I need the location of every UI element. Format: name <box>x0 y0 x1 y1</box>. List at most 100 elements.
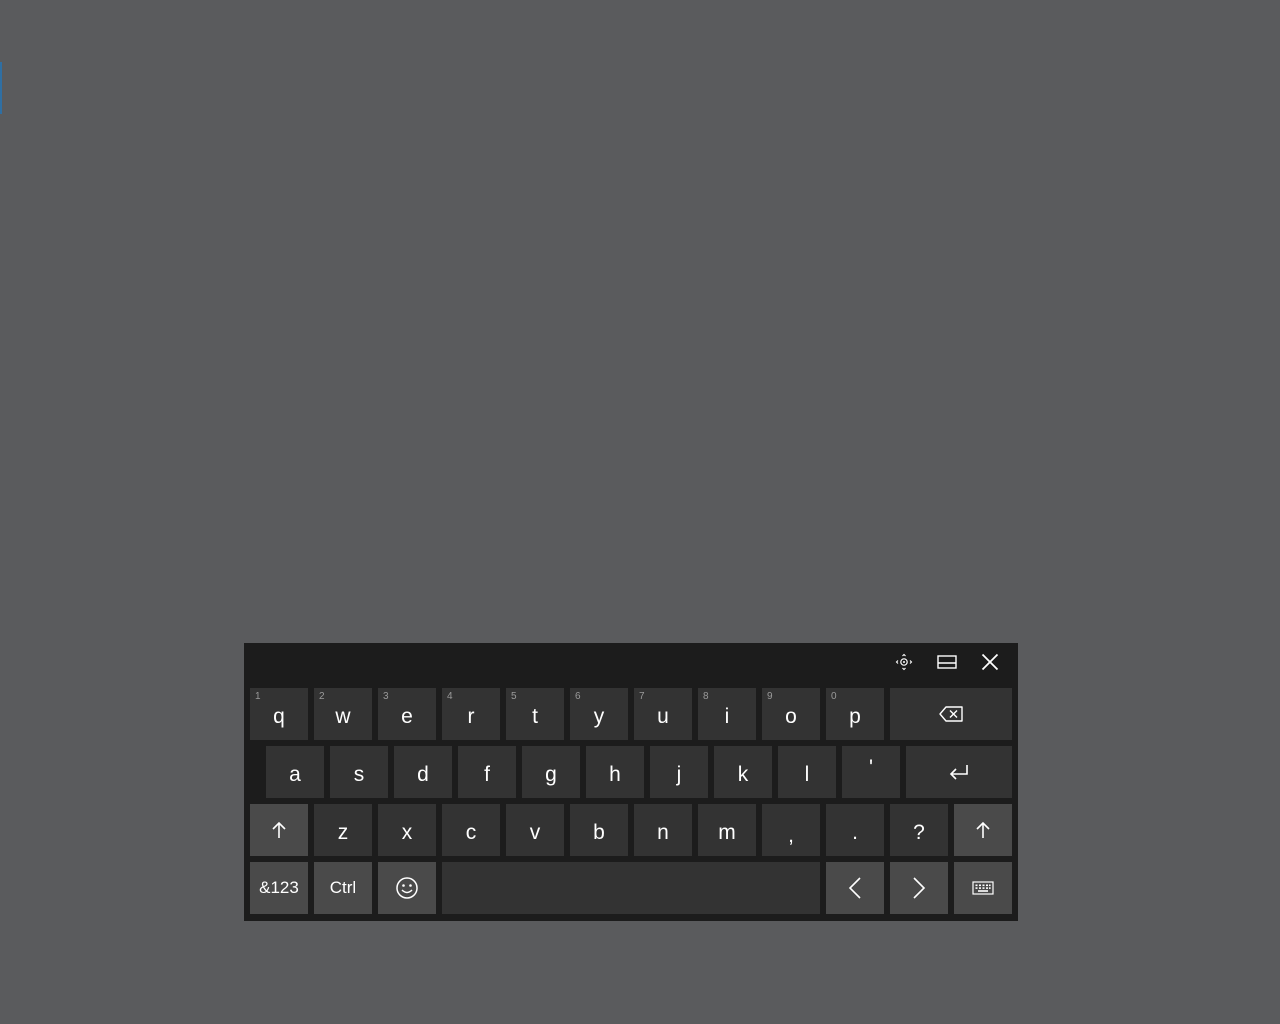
key-hint: 1 <box>255 691 261 702</box>
key-label: h <box>609 763 621 786</box>
dock-button[interactable] <box>929 647 965 677</box>
key-t[interactable]: 5 t <box>506 688 564 740</box>
key-e[interactable]: 3 e <box>378 688 436 740</box>
key-f[interactable]: f <box>458 746 516 798</box>
key-label: . <box>852 821 858 844</box>
shift-arrow-icon <box>272 821 286 838</box>
key-label: y <box>593 705 605 728</box>
key-k[interactable]: k <box>714 746 772 798</box>
key-label: j <box>676 763 682 786</box>
key-hint: 6 <box>575 691 581 702</box>
key-label: u <box>657 705 669 728</box>
key-label: i <box>724 705 730 728</box>
key-label: s <box>353 763 365 786</box>
keyboard-titlebar <box>244 643 1018 681</box>
key-label: p <box>849 705 861 728</box>
key-m[interactable]: m <box>698 804 756 856</box>
chevron-left-icon <box>848 877 861 899</box>
emoji-key[interactable] <box>378 862 436 914</box>
key-label: w <box>335 705 351 728</box>
key-apostrophe[interactable]: ' <box>842 746 900 798</box>
key-label: , <box>788 824 794 847</box>
key-n[interactable]: n <box>634 804 692 856</box>
key-c[interactable]: c <box>442 804 500 856</box>
move-handle-button[interactable] <box>886 647 922 677</box>
dock-icon <box>937 655 957 669</box>
key-label: q <box>273 705 285 728</box>
key-hint: 9 <box>767 691 773 702</box>
ctrl-label: Ctrl <box>329 878 357 897</box>
key-label: e <box>401 705 413 728</box>
cursor-left-key[interactable] <box>826 862 884 914</box>
close-button[interactable] <box>972 647 1008 677</box>
keyboard-layout-key[interactable] <box>954 862 1012 914</box>
key-hint: 3 <box>383 691 389 702</box>
key-label: c <box>465 821 477 844</box>
key-hint: 0 <box>831 691 837 702</box>
key-label: ? <box>913 821 925 844</box>
space-bar[interactable] <box>442 862 820 914</box>
enter-icon <box>949 765 968 780</box>
key-hint: 5 <box>511 691 517 702</box>
key-w[interactable]: 2 w <box>314 688 372 740</box>
key-z[interactable]: z <box>314 804 372 856</box>
key-i[interactable]: 8 i <box>698 688 756 740</box>
key-period[interactable]: . <box>826 804 884 856</box>
key-v[interactable]: v <box>506 804 564 856</box>
key-d[interactable]: d <box>394 746 452 798</box>
key-l[interactable]: l <box>778 746 836 798</box>
key-hint: 8 <box>703 691 709 702</box>
shift-arrow-icon <box>976 821 990 838</box>
key-u[interactable]: 7 u <box>634 688 692 740</box>
window-edge-marker <box>0 62 2 114</box>
key-j[interactable]: j <box>650 746 708 798</box>
key-label: ' <box>868 756 873 779</box>
key-label: n <box>657 821 669 844</box>
key-label: z <box>337 821 349 844</box>
key-hint: 2 <box>319 691 325 702</box>
key-label: o <box>785 705 797 728</box>
key-label: v <box>529 821 541 844</box>
key-o[interactable]: 9 o <box>762 688 820 740</box>
emoji-icon <box>396 877 418 899</box>
key-label: t <box>532 705 538 728</box>
key-label: g <box>545 763 557 786</box>
symbols-label: &123 <box>259 878 299 897</box>
keyboard-icon <box>972 881 994 895</box>
key-hint: 7 <box>639 691 645 702</box>
key-label: a <box>289 763 301 786</box>
key-label: d <box>417 763 429 786</box>
backspace-icon <box>939 706 963 722</box>
touch-keyboard: 1 q 2 w 3 e 4 r 5 t 6 y 7 u 8 i 9 o 0 p <box>244 643 1018 921</box>
key-label: m <box>718 821 736 844</box>
ctrl-key[interactable]: Ctrl <box>314 862 372 914</box>
key-r[interactable]: 4 r <box>442 688 500 740</box>
key-a[interactable]: a <box>266 746 324 798</box>
backspace-key[interactable] <box>890 688 1012 740</box>
close-icon <box>981 653 999 671</box>
key-label: x <box>401 821 413 844</box>
shift-key-left[interactable] <box>250 804 308 856</box>
shift-key-right[interactable] <box>954 804 1012 856</box>
enter-key[interactable] <box>906 746 1012 798</box>
move-handle-icon <box>895 653 913 671</box>
key-label: r <box>467 705 475 728</box>
key-hint: 4 <box>447 691 453 702</box>
symbols-key[interactable]: &123 <box>250 862 308 914</box>
key-label: b <box>593 821 605 844</box>
key-label: k <box>737 763 749 786</box>
key-q[interactable]: 1 q <box>250 688 308 740</box>
chevron-right-icon <box>913 877 926 899</box>
key-label: f <box>484 763 490 786</box>
key-p[interactable]: 0 p <box>826 688 884 740</box>
key-h[interactable]: h <box>586 746 644 798</box>
cursor-right-key[interactable] <box>890 862 948 914</box>
key-comma[interactable]: , <box>762 804 820 856</box>
key-b[interactable]: b <box>570 804 628 856</box>
key-y[interactable]: 6 y <box>570 688 628 740</box>
key-s[interactable]: s <box>330 746 388 798</box>
key-g[interactable]: g <box>522 746 580 798</box>
key-x[interactable]: x <box>378 804 436 856</box>
key-label: l <box>804 763 810 786</box>
key-question[interactable]: ? <box>890 804 948 856</box>
